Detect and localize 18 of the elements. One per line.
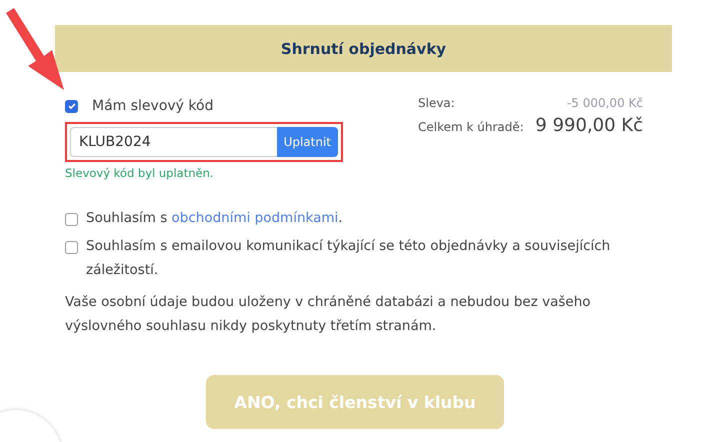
section-title: Shrnutí objednávky [280, 40, 446, 58]
success-message: Slevový kód byl uplatněn. [65, 166, 215, 180]
summary-label: Sleva: [418, 96, 455, 110]
terms-link[interactable]: obchodními podmínkami [172, 210, 338, 226]
checkbox[interactable] [65, 100, 78, 112]
checkbox[interactable] [65, 241, 78, 254]
discount-code-field[interactable]: KLUB2024 Uplatnit [65, 122, 343, 162]
checkbox[interactable] [65, 213, 78, 226]
checkbox-label: Mám slevový kód [92, 98, 214, 114]
privacy-note: Vaše osobní údaje budou uloženy v chráněné databázi a nebudou bez vašeho výslovného souhlasu nikdy poskytnuty třetím stranám. [65, 293, 592, 336]
summary-label: Celkem k úhradě: [418, 120, 524, 134]
consent-text: Souhlasím s obchodními podmínkami. [86, 209, 343, 228]
consent-text: Souhlasím s emailovou komunikací týkající se této objednávky a souvisejících záležitostí. [86, 237, 612, 280]
discount-code-input[interactable]: KLUB2024 [70, 127, 277, 157]
total-amount: 9 990,00 Kč [535, 115, 643, 136]
check-icon [66, 101, 76, 111]
discount-amount: -5 000,00 Kč [566, 96, 643, 110]
apply-button[interactable]: Uplatnit [276, 127, 338, 157]
